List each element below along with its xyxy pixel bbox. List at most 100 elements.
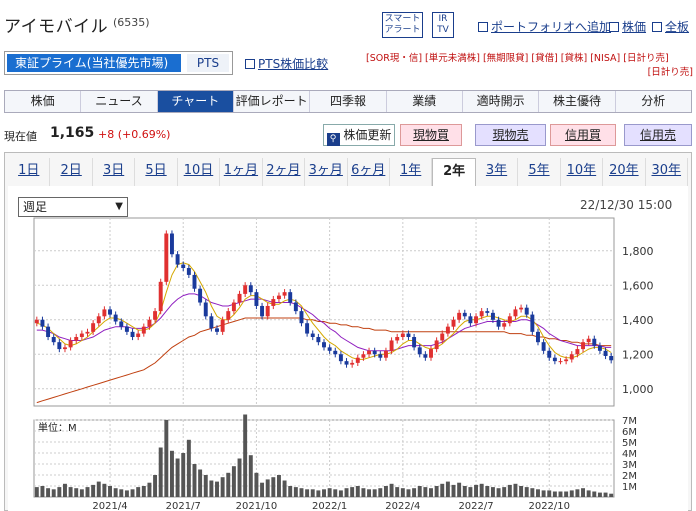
candle-body bbox=[412, 337, 417, 348]
candle-body bbox=[479, 311, 484, 317]
candle-body bbox=[519, 307, 524, 310]
volume-bar bbox=[490, 487, 495, 497]
candle-body bbox=[215, 328, 219, 332]
candle-body bbox=[474, 316, 479, 324]
volume-bar bbox=[468, 487, 473, 497]
candle-body bbox=[85, 331, 90, 334]
volume-bar bbox=[108, 486, 112, 497]
candle-body bbox=[372, 350, 377, 355]
time-tick-label: 2022/1 bbox=[312, 501, 347, 511]
volume-bar bbox=[220, 477, 225, 497]
volume-bar bbox=[552, 491, 557, 497]
candle-body bbox=[265, 305, 270, 317]
candle-body bbox=[378, 354, 383, 358]
candle-body bbox=[367, 350, 372, 355]
candle-body bbox=[40, 319, 45, 327]
volume-bar bbox=[305, 489, 310, 497]
candle-body bbox=[434, 340, 439, 350]
volume-bar bbox=[260, 482, 265, 497]
volume-bar bbox=[63, 483, 67, 497]
volume-bar bbox=[367, 489, 372, 497]
candle-body bbox=[310, 333, 315, 338]
volume-bar bbox=[203, 475, 208, 497]
volume-tick-label: 1M bbox=[622, 482, 637, 493]
volume-bar bbox=[440, 483, 445, 497]
volume-bar bbox=[597, 492, 602, 497]
candle-body bbox=[57, 342, 62, 350]
candle-body bbox=[153, 311, 158, 320]
volume-bar bbox=[276, 475, 281, 497]
candle-body bbox=[91, 323, 96, 332]
candle-body bbox=[547, 350, 552, 358]
volume-bar bbox=[181, 453, 186, 497]
volume-bar bbox=[79, 489, 84, 497]
candle-body bbox=[248, 285, 253, 293]
volume-bar bbox=[209, 480, 214, 497]
candle-body bbox=[293, 302, 298, 312]
time-tick-label: 2021/4 bbox=[92, 501, 127, 511]
candle-body bbox=[524, 307, 529, 315]
candle-body bbox=[51, 337, 56, 343]
volume-tick-label: 2M bbox=[622, 471, 637, 482]
volume-bar bbox=[198, 469, 203, 497]
price-tick-label: 1,400 bbox=[622, 314, 654, 327]
candle-body bbox=[423, 354, 428, 358]
candle-body bbox=[243, 285, 248, 294]
volume-bar bbox=[474, 484, 479, 497]
candle-body bbox=[96, 316, 101, 324]
volume-bar bbox=[524, 487, 529, 497]
volume-bar bbox=[581, 488, 585, 497]
candle-body bbox=[282, 292, 287, 296]
volume-bar bbox=[153, 475, 158, 497]
candle-body bbox=[181, 264, 186, 269]
volume-bar bbox=[130, 489, 135, 497]
volume-bar bbox=[513, 483, 518, 497]
candle-body bbox=[124, 326, 129, 332]
candle-body bbox=[513, 309, 518, 317]
volume-bar bbox=[265, 479, 270, 497]
candle-body bbox=[63, 347, 67, 350]
candle-body bbox=[141, 326, 146, 334]
candle-body bbox=[74, 337, 79, 341]
volume-bar bbox=[569, 490, 574, 497]
volume-bar bbox=[423, 487, 428, 497]
candle-body bbox=[440, 333, 445, 341]
candle-body bbox=[338, 354, 343, 362]
volume-bar bbox=[406, 489, 411, 497]
volume-bar bbox=[485, 486, 490, 497]
volume-bar bbox=[141, 486, 146, 497]
candle-body bbox=[34, 319, 39, 324]
volume-bar bbox=[350, 487, 355, 497]
volume-bar bbox=[113, 488, 118, 497]
volume-bar bbox=[51, 489, 56, 497]
volume-bar bbox=[400, 488, 405, 497]
candle-body bbox=[68, 340, 73, 348]
volume-bar bbox=[541, 490, 546, 497]
volume-bar bbox=[417, 486, 422, 497]
candle-body bbox=[389, 340, 394, 351]
candle-body bbox=[305, 323, 310, 334]
volume-tick-label: 4M bbox=[622, 449, 637, 460]
volume-bar bbox=[271, 477, 276, 497]
candle-body bbox=[46, 326, 51, 338]
candle-body bbox=[169, 233, 174, 255]
volume-bar bbox=[237, 458, 242, 497]
volume-bar bbox=[316, 490, 321, 497]
volume-tick-label: 5M bbox=[622, 438, 637, 449]
candle-body bbox=[581, 342, 585, 350]
candle-body bbox=[496, 319, 501, 327]
volume-bar bbox=[496, 488, 501, 497]
candle-body bbox=[417, 347, 422, 355]
candle-body bbox=[164, 233, 169, 282]
volume-bar bbox=[609, 493, 614, 497]
candle-body bbox=[569, 354, 574, 360]
volume-bar bbox=[519, 486, 524, 497]
volume-bar bbox=[175, 458, 180, 497]
volume-bar bbox=[293, 487, 298, 497]
volume-bar bbox=[164, 420, 169, 497]
candle-body bbox=[350, 362, 355, 365]
volume-bar bbox=[586, 490, 591, 497]
volume-bar bbox=[322, 489, 326, 497]
volume-bar bbox=[344, 488, 349, 497]
candle-body bbox=[592, 338, 597, 346]
